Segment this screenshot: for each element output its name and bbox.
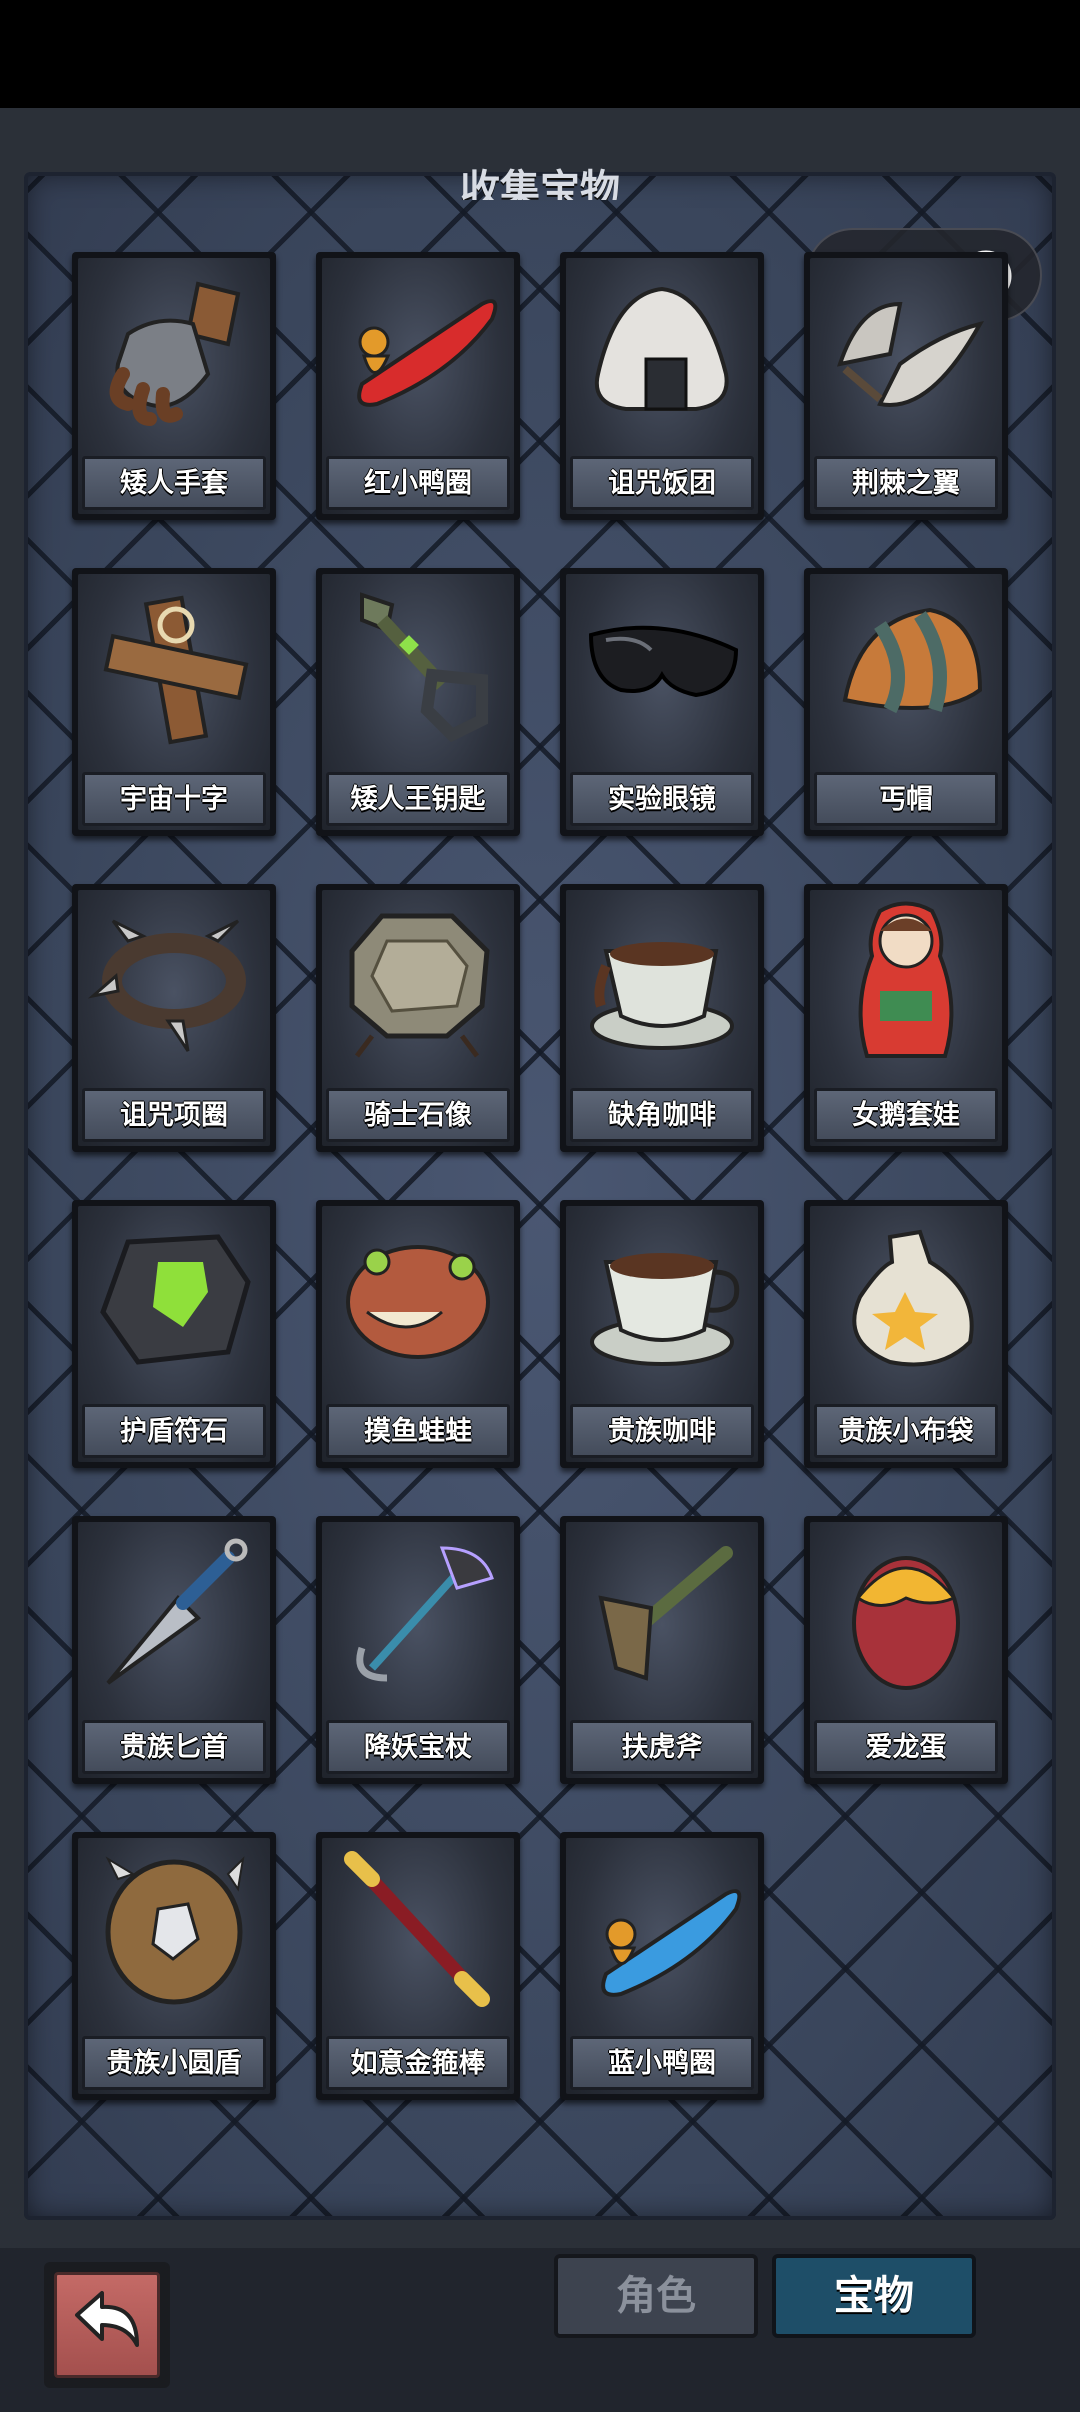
- item-name: 矮人手套: [82, 456, 266, 510]
- beanie-icon: [842, 607, 983, 714]
- golden-staff-icon: [344, 1851, 490, 2007]
- item-name: 如意金箍棒: [326, 2036, 510, 2090]
- coffee-icon: [590, 1253, 740, 1366]
- treasure-card[interactable]: 丐帽: [804, 568, 1008, 836]
- item-name: 女鹅套娃: [814, 1088, 998, 1142]
- red-duck-ring-icon: [357, 299, 498, 407]
- dragon-egg-icon: [852, 1556, 960, 1690]
- chipped-coffee-icon: [590, 942, 734, 1050]
- treasure-card[interactable]: 蓝小鸭圈: [560, 1832, 764, 2100]
- wooden-cross-icon: [103, 595, 249, 745]
- item-name: 丐帽: [814, 772, 998, 826]
- axe-icon: [598, 1546, 733, 1681]
- back-button[interactable]: [44, 2262, 170, 2388]
- tab-treasure[interactable]: 宝物: [772, 2254, 976, 2338]
- staff-icon: [356, 1546, 494, 1682]
- item-name: 降妖宝杖: [326, 1720, 510, 1774]
- treasure-card[interactable]: 缺角咖啡: [560, 884, 764, 1152]
- treasure-card[interactable]: 矮人手套: [72, 252, 276, 520]
- treasure-card[interactable]: 宇宙十字: [72, 568, 276, 836]
- treasure-card[interactable]: 骑士石像: [316, 884, 520, 1152]
- back-button-face: [54, 2272, 160, 2378]
- rune-stone-icon: [100, 1234, 251, 1365]
- item-name: 扶虎斧: [570, 1720, 754, 1774]
- spiked-collar-icon: [88, 919, 246, 1052]
- treasure-card[interactable]: 贵族匕首: [72, 1516, 276, 1784]
- tab-role[interactable]: 角色: [554, 2254, 758, 2338]
- item-name: 爱龙蛋: [814, 1720, 998, 1774]
- treasure-card[interactable]: 扶虎斧: [560, 1516, 764, 1784]
- stone-plaque-icon: [349, 913, 490, 1058]
- item-name: 贵族咖啡: [570, 1404, 754, 1458]
- item-name: 荆棘之翼: [814, 456, 998, 510]
- blue-duck-ring-icon: [601, 1889, 742, 1997]
- treasure-card[interactable]: 贵族小布袋: [804, 1200, 1008, 1468]
- treasure-card[interactable]: 诅咒项圈: [72, 884, 276, 1152]
- back-arrow-icon: [75, 2291, 139, 2347]
- item-name: 蓝小鸭圈: [570, 2036, 754, 2090]
- item-name: 贵族小圆盾: [82, 2036, 266, 2090]
- panel-title: 收集宝物: [460, 167, 620, 200]
- item-name: 缺角咖啡: [570, 1088, 754, 1142]
- item-name: 护盾符石: [82, 1404, 266, 1458]
- item-name: 骑士石像: [326, 1088, 510, 1142]
- round-shield-icon: [105, 1856, 245, 2005]
- thorn-wing-icon: [837, 301, 984, 407]
- treasure-card[interactable]: 降妖宝杖: [316, 1516, 520, 1784]
- frog-icon: [346, 1245, 490, 1359]
- treasure-card[interactable]: 矮人王钥匙: [316, 568, 520, 836]
- item-name: 贵族匕首: [82, 1720, 266, 1774]
- treasure-card[interactable]: 摸鱼蛙蛙: [316, 1200, 520, 1468]
- cloth-bag-icon: [852, 1229, 974, 1367]
- item-name: 红小鸭圈: [326, 456, 510, 510]
- treasure-card[interactable]: 实验眼镜: [560, 568, 764, 836]
- goggles-icon: [588, 625, 739, 698]
- treasure-card[interactable]: 荆棘之翼: [804, 252, 1008, 520]
- matryoshka-icon: [858, 901, 954, 1058]
- treasure-card[interactable]: 贵族咖啡: [560, 1200, 764, 1468]
- status-area: [0, 0, 1080, 108]
- item-name: 实验眼镜: [570, 772, 754, 826]
- gauntlet-icon: [109, 281, 241, 426]
- item-name: 诅咒项圈: [82, 1088, 266, 1142]
- item-name: 宇宙十字: [82, 772, 266, 826]
- treasure-card[interactable]: 女鹅套娃: [804, 884, 1008, 1152]
- item-name: 诅咒饭团: [570, 456, 754, 510]
- item-name: 贵族小布袋: [814, 1404, 998, 1458]
- treasure-card[interactable]: 护盾符石: [72, 1200, 276, 1468]
- key-icon: [360, 592, 488, 743]
- item-name: 矮人王钥匙: [326, 772, 510, 826]
- treasure-card[interactable]: 红小鸭圈: [316, 252, 520, 520]
- item-name: 摸鱼蛙蛙: [326, 1404, 510, 1458]
- rice-ball-icon: [594, 286, 729, 411]
- treasure-card[interactable]: 爱龙蛋: [804, 1516, 1008, 1784]
- dagger-icon: [106, 1538, 248, 1685]
- treasure-card[interactable]: 诅咒饭团: [560, 252, 764, 520]
- treasure-card[interactable]: 如意金箍棒: [316, 1832, 520, 2100]
- treasure-card[interactable]: 贵族小圆盾: [72, 1832, 276, 2100]
